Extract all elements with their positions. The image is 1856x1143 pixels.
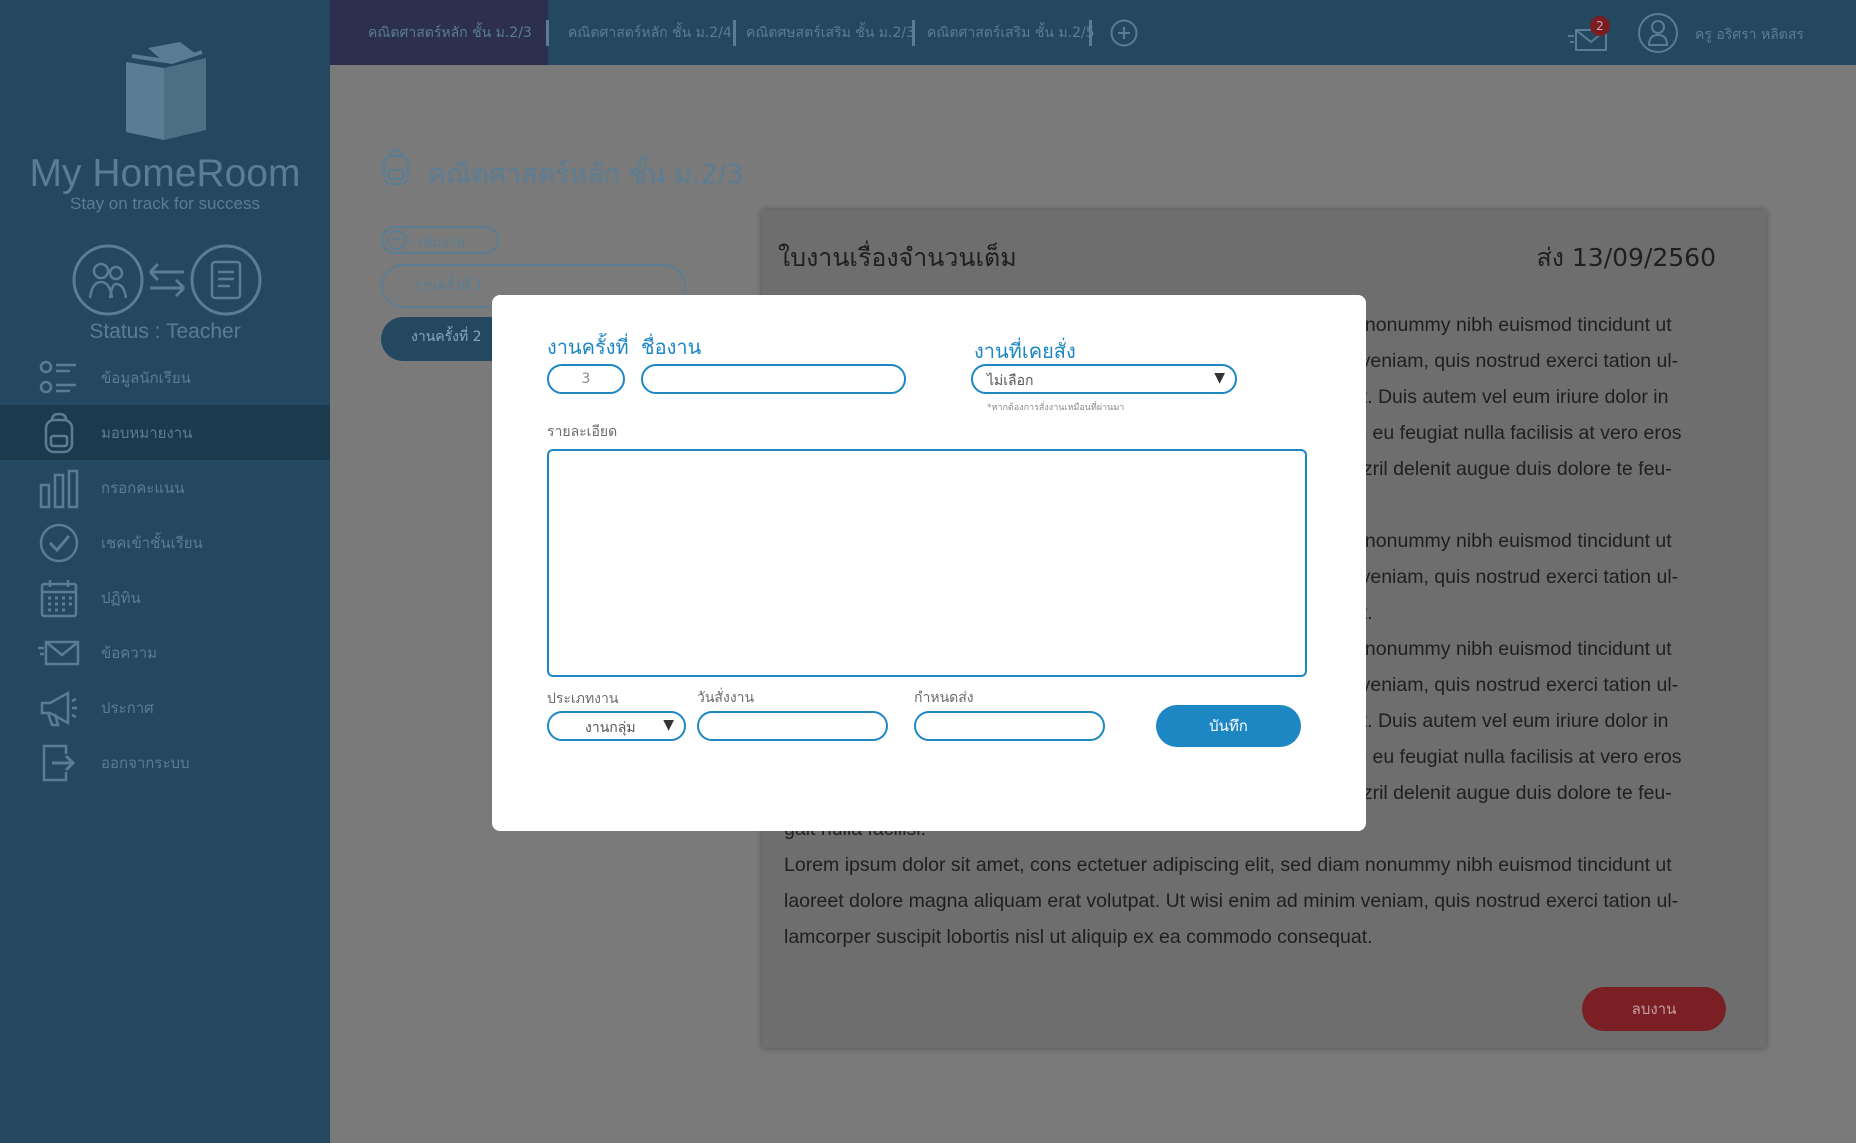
tab-label: คณิตศษสตร์เสริม ชั้น ม.2/3 (746, 24, 915, 41)
calendar-icon (40, 579, 78, 617)
sidebar-item-label: ประกาศ (101, 698, 154, 717)
assign-date-label: วันสั่งงาน (697, 690, 755, 706)
previous-work-hint: *หากต้องการสั่งงานเหมือนที่ผ่านมา (987, 403, 1125, 413)
work-name-input[interactable] (641, 364, 906, 394)
backpack-icon (382, 148, 410, 186)
sidebar-item-assign[interactable]: มอบหมายงาน (0, 405, 330, 460)
previous-work-select[interactable]: ไม่เลือก ▼ (971, 364, 1237, 394)
new-work-dialog: งานครั้งที่ ชื่องาน งานที่เคยสั่ง 3 ไม่เ… (492, 295, 1366, 831)
assign-date-input[interactable] (697, 711, 888, 741)
worksheet-text-line: laoreet dolore magna aliquam erat volutp… (784, 890, 1679, 912)
tab-divider (546, 20, 549, 46)
tab-class-m2-3-main[interactable]: คณิตศาสตร์หลัก ชั้น ม.2/3 (330, 0, 548, 65)
sidebar-item-scores[interactable]: กรอกคะแนน (0, 460, 330, 515)
work-number-label: งานครั้งที่ (547, 335, 629, 359)
tab-divider (1089, 20, 1092, 46)
bar-chart-icon (39, 469, 79, 508)
work-number-input[interactable]: 3 (547, 364, 625, 394)
tab-class-m2-5-extra[interactable]: คณิตศาสตร์เสริม ชั้น ม.2/5 (927, 0, 1095, 65)
book-logo-icon (126, 42, 206, 140)
sidebar-item-logout[interactable]: ออกจากระบบ (0, 735, 330, 790)
sidebar-item-messages[interactable]: ข้อความ (0, 625, 330, 680)
user-status: Status : Teacher (89, 320, 241, 343)
plus-icon: + (387, 230, 407, 250)
sidebar-item-label: เชคเข้าชั้นเรียน (101, 533, 203, 552)
add-work-label: เพิ่มงาน (418, 235, 466, 251)
work-name-label: ชื่องาน (641, 335, 702, 359)
previous-work-value: ไม่เลือก (987, 373, 1034, 389)
top-bar: คณิตศาสตร์หลัก ชั้น ม.2/3 คณิตศาสตร์หลัก… (330, 0, 1856, 65)
sidebar-item-label: ปฏิทิน (101, 588, 141, 607)
sidebar-item-students[interactable]: ข้อมูลนักเรียน (0, 350, 330, 405)
sidebar: My HomeRoom Stay on track for success St… (0, 0, 330, 1143)
tab-label: คณิตศาสตร์หลัก ชั้น ม.2/3 (368, 24, 532, 41)
work-type-label: ประเภทงาน (547, 691, 619, 707)
brand-tagline: Stay on track for success (70, 194, 260, 213)
due-date-input[interactable] (914, 711, 1105, 741)
detail-label: รายละเอียด (547, 424, 618, 440)
sidebar-item-label: ออกจากระบบ (101, 753, 190, 772)
backpack-icon (44, 412, 74, 453)
tab-class-m2-3-extra[interactable]: คณิตศษสตร์เสริม ชั้น ม.2/3 (746, 0, 915, 65)
delete-work-button[interactable]: ลบงาน (1582, 987, 1726, 1031)
save-button[interactable]: บันทึก (1156, 705, 1301, 747)
sidebar-item-attendance[interactable]: เชคเข้าชั้นเรียน (0, 515, 330, 570)
logout-icon (42, 744, 76, 781)
user-name[interactable]: ครู อริศรา หลิตสร (1695, 24, 1804, 46)
page-title: คณิตศาสตร์หลัก ชั้น ม.2/3 (428, 159, 744, 190)
worksheet-due-date: ส่ง 13/09/2560 (1536, 243, 1716, 272)
sidebar-item-label: มอบหมายงาน (101, 423, 193, 442)
add-tab-icon[interactable] (1109, 18, 1139, 48)
worksheet-text-line: Lorem ipsum dolor sit amet, cons ectetue… (784, 854, 1672, 876)
mail-icon (38, 640, 80, 665)
teacher-status-icon (72, 244, 262, 316)
tab-divider (912, 20, 915, 46)
megaphone-icon (40, 690, 77, 726)
dropdown-arrow-icon: ▼ (1214, 370, 1225, 386)
user-avatar-icon[interactable] (1637, 12, 1679, 54)
sidebar-item-calendar[interactable]: ปฏิทิน (0, 570, 330, 625)
tab-label: คณิตศาสตร์หลัก ชั้น ม.2/4 (568, 24, 732, 41)
sidebar-item-label: กรอกคะแนน (101, 478, 185, 497)
previous-work-label: งานที่เคยสั่ง (974, 339, 1076, 363)
detail-textarea[interactable] (547, 449, 1307, 677)
tab-class-m2-4-main[interactable]: คณิตศาสตร์หลัก ชั้น ม.2/4 (568, 0, 732, 65)
worksheet-text-line: lamcorper suscipit lobortis nisl ut aliq… (784, 926, 1373, 948)
due-date-label: กำหนดส่ง (914, 690, 974, 706)
tab-divider (733, 20, 736, 46)
dropdown-arrow-icon: ▼ (663, 717, 674, 733)
sidebar-item-announcements[interactable]: ประกาศ (0, 680, 330, 735)
mail-count-badge: 2 (1590, 16, 1610, 36)
work-type-value: งานกลุ่ม (585, 720, 636, 736)
tab-label: คณิตศาสตร์เสริม ชั้น ม.2/5 (927, 24, 1095, 41)
brand-title: My HomeRoom (29, 152, 301, 195)
worksheet-title: ใบงานเรื่องจำนวนเต็ม (778, 243, 1017, 272)
add-work-button[interactable]: + เพิ่มงาน (381, 226, 499, 254)
work-type-select[interactable]: งานกลุ่ม ▼ (547, 711, 686, 741)
sidebar-item-label: ข้อความ (101, 643, 158, 662)
student-list-icon (39, 360, 76, 393)
sidebar-item-label: ข้อมูลนักเรียน (101, 368, 191, 387)
check-circle-icon (39, 523, 79, 562)
